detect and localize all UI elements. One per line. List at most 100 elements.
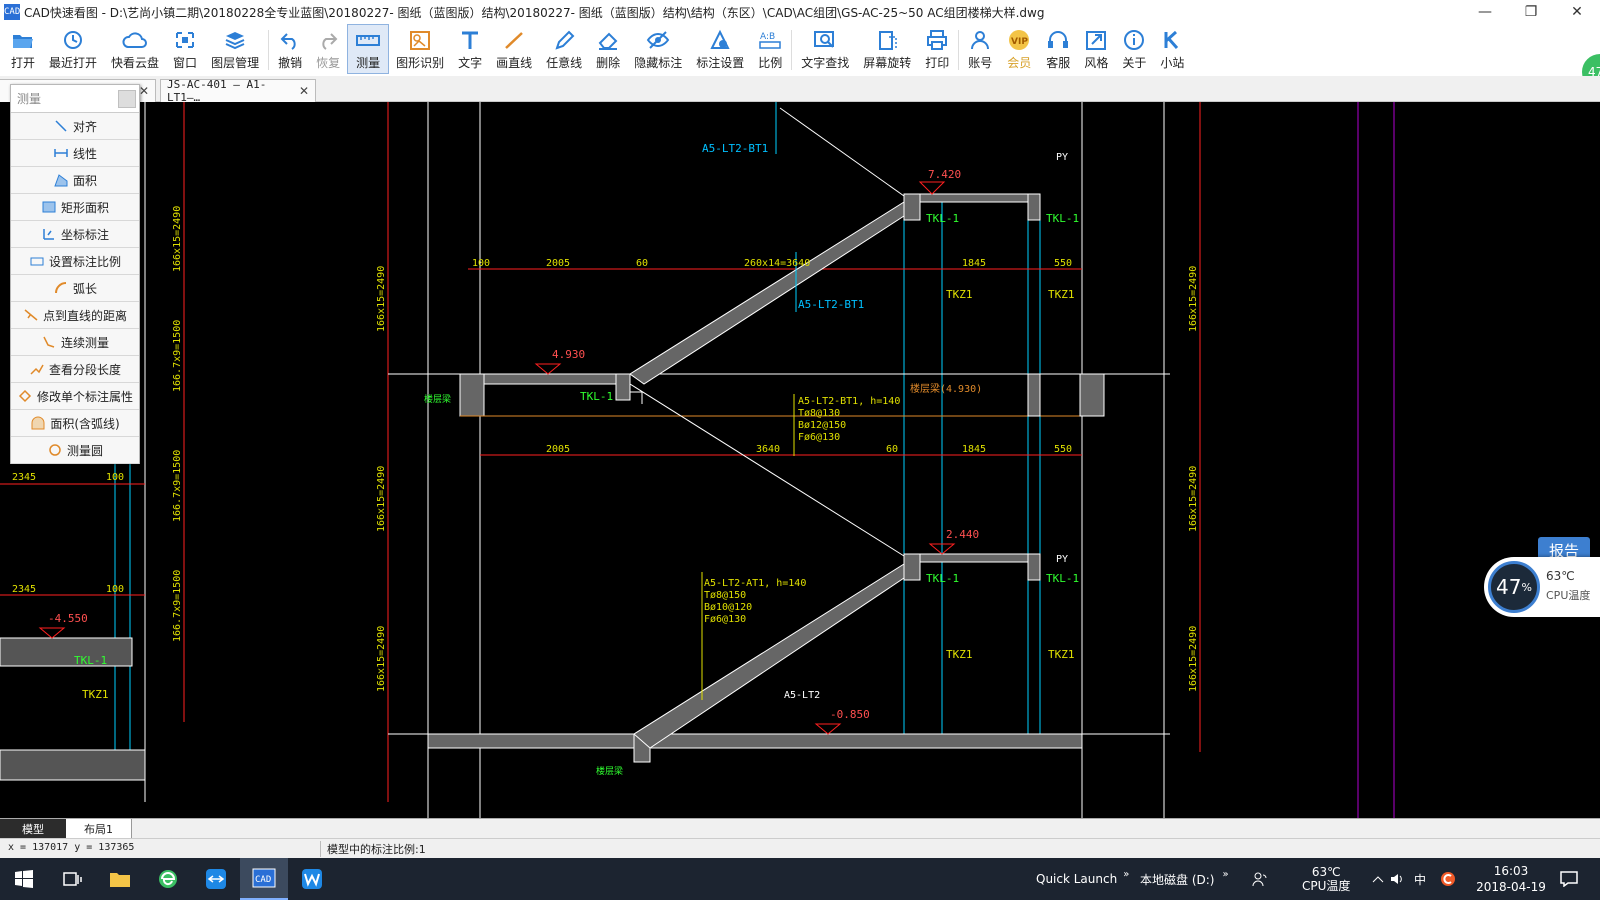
tab-model[interactable]: 模型 [0, 819, 66, 838]
hide-annotation-button[interactable]: 隐藏标注 [627, 24, 689, 74]
dimension-value: 100 [106, 472, 124, 483]
print-button[interactable]: 打印 [918, 24, 956, 74]
start-button[interactable] [0, 858, 48, 900]
measure-align-button[interactable]: 对齐 [11, 113, 139, 140]
wps-button[interactable] [288, 858, 336, 900]
k-logo-icon [1160, 27, 1184, 53]
edit-annotation-props-button[interactable]: 修改单个标注属性 [11, 383, 139, 410]
browser-icon [159, 870, 177, 888]
tray-cpu-temp[interactable]: 63℃ CPU温度 [1302, 858, 1350, 900]
style-button[interactable]: 风格 [1077, 24, 1115, 74]
ime-indicator[interactable]: 中 [1414, 858, 1426, 900]
window-button[interactable]: 窗口 [166, 24, 204, 74]
coordinate-annotation-button[interactable]: 坐标标注 [11, 221, 139, 248]
windows-taskbar: CAD Quick Launch» 本地磁盘 (D:)» 63℃ CPU温度 中 … [0, 858, 1600, 900]
delete-button[interactable]: 删除 [589, 24, 627, 74]
clock[interactable]: 16:03 2018-04-19 [1476, 858, 1546, 900]
elevation-marker [814, 723, 842, 735]
teamviewer-button[interactable] [192, 858, 240, 900]
minimize-button[interactable]: — [1462, 0, 1508, 24]
dimension-value: 1845 [962, 444, 986, 455]
beam-label: TKL-1 [74, 654, 107, 667]
cad-canvas[interactable]: 7.420 4.930 2.440 -0.850 -4.550 PY PY A5… [0, 102, 1600, 818]
toolbar-divider [791, 30, 793, 70]
dimension-value: 2005 [546, 258, 570, 269]
tab-layout1[interactable]: 布局1 [66, 819, 132, 838]
annotation-settings-button[interactable]: 标注设置 [689, 24, 751, 74]
tray-chevron-up-icon[interactable] [1372, 858, 1384, 900]
customer-service-button[interactable]: 客服 [1039, 24, 1077, 74]
elevation-marker [38, 627, 66, 639]
task-view-button[interactable] [48, 858, 96, 900]
sogou-ime-icon[interactable] [1440, 858, 1456, 900]
point-to-line-distance-button[interactable]: 点到直线的距离 [11, 302, 139, 329]
open-button[interactable]: 打开 [4, 24, 42, 74]
dimension-value: 166x15=2490 [1188, 266, 1199, 332]
cad-viewer-taskbar-button[interactable]: CAD [240, 858, 288, 900]
undo-button[interactable]: 撤销 [271, 24, 309, 74]
elevation-label: 2.440 [946, 528, 979, 541]
browser-button[interactable] [144, 858, 192, 900]
measure-button[interactable]: 测量 [347, 24, 390, 74]
dimension-value: 550 [1054, 444, 1072, 455]
measure-linear-button[interactable]: 线性 [11, 140, 139, 167]
set-annotation-scale-button[interactable]: 设置标注比例 [11, 248, 139, 275]
continuous-measure-button[interactable]: 连续测量 [11, 329, 139, 356]
notification-icon[interactable] [1560, 858, 1578, 900]
undo-icon [278, 27, 302, 53]
dimension-value: 166.7x9=1500 [172, 570, 183, 642]
coordinate-icon [41, 227, 57, 241]
scale-button[interactable]: A:B 比例 [751, 24, 789, 74]
beam-section [903, 193, 921, 221]
close-icon[interactable]: ✕ [139, 84, 149, 98]
segment-length-button[interactable]: 查看分段长度 [11, 356, 139, 383]
rebar-spec: Tø8@130 [798, 408, 840, 419]
rotate-screen-button[interactable]: 屏幕旋转 [856, 24, 918, 74]
about-button[interactable]: 关于 [1115, 24, 1153, 74]
close-icon[interactable]: ✕ [299, 84, 309, 98]
maximize-button[interactable]: ❐ [1508, 0, 1554, 24]
mini-site-button[interactable]: 小站 [1153, 24, 1191, 74]
folder-icon [110, 873, 130, 887]
measure-area-button[interactable]: 面积 [11, 167, 139, 194]
headset-icon [1046, 27, 1070, 53]
vip-button[interactable]: VIP 会员 [999, 24, 1039, 74]
beam-label: TKL-1 [1046, 212, 1079, 225]
windows-logo-icon [15, 870, 33, 888]
layers-icon [223, 27, 247, 53]
text-button[interactable]: 文字 [451, 24, 489, 74]
close-button[interactable]: ✕ [1554, 0, 1600, 24]
quick-launch-toolbar[interactable]: Quick Launch» [1036, 858, 1129, 900]
cloud-disk-button[interactable]: 快看云盘 [104, 24, 166, 74]
account-button[interactable]: 账号 [961, 24, 999, 74]
rebar-spec: Bø10@120 [704, 602, 752, 613]
layer-manager-button[interactable]: 图层管理 [204, 24, 266, 74]
window-icon [173, 27, 197, 53]
doc-tab-js-ac-401[interactable]: JS-AC-401 – A1-LT1–… ✕ [160, 78, 316, 104]
measure-circle-button[interactable]: 测量圆 [11, 437, 139, 464]
document-tab-bar: ✕ JS-AC-401 – A1-LT1–… ✕ [0, 76, 1600, 104]
area-with-arc-button[interactable]: 面积(含弧线) [11, 410, 139, 437]
volume-icon[interactable] [1390, 858, 1406, 900]
annotation-settings-icon [708, 27, 732, 53]
explorer-button[interactable] [96, 858, 144, 900]
shape-recognition-button[interactable]: 图形识别 [389, 24, 451, 74]
landing-slab [459, 373, 631, 385]
text-search-button[interactable]: 文字查找 [794, 24, 856, 74]
edit-annotation-icon [17, 389, 33, 403]
ground-label: 楼层梁 [596, 765, 623, 777]
rebar-spec: Bø12@150 [798, 420, 846, 431]
freehand-line-button[interactable]: 任意线 [539, 24, 589, 74]
svg-text:CAD: CAD [255, 875, 271, 885]
cpu-gauge-widget[interactable]: 47% 63℃ CPU温度 [1484, 557, 1600, 617]
people-icon[interactable] [1252, 858, 1268, 900]
measure-rect-area-button[interactable]: 矩形面积 [11, 194, 139, 221]
redo-button[interactable]: 恢复 [309, 24, 347, 74]
drive-toolbar[interactable]: 本地磁盘 (D:)» [1140, 858, 1229, 900]
collapse-button[interactable] [118, 90, 136, 108]
recent-open-button[interactable]: 最近打开 [42, 24, 104, 74]
draw-line-button[interactable]: 画直线 [489, 24, 539, 74]
arc-length-button[interactable]: 弧长 [11, 275, 139, 302]
dimension-value: 60 [636, 258, 648, 269]
beam-section [1027, 193, 1041, 221]
